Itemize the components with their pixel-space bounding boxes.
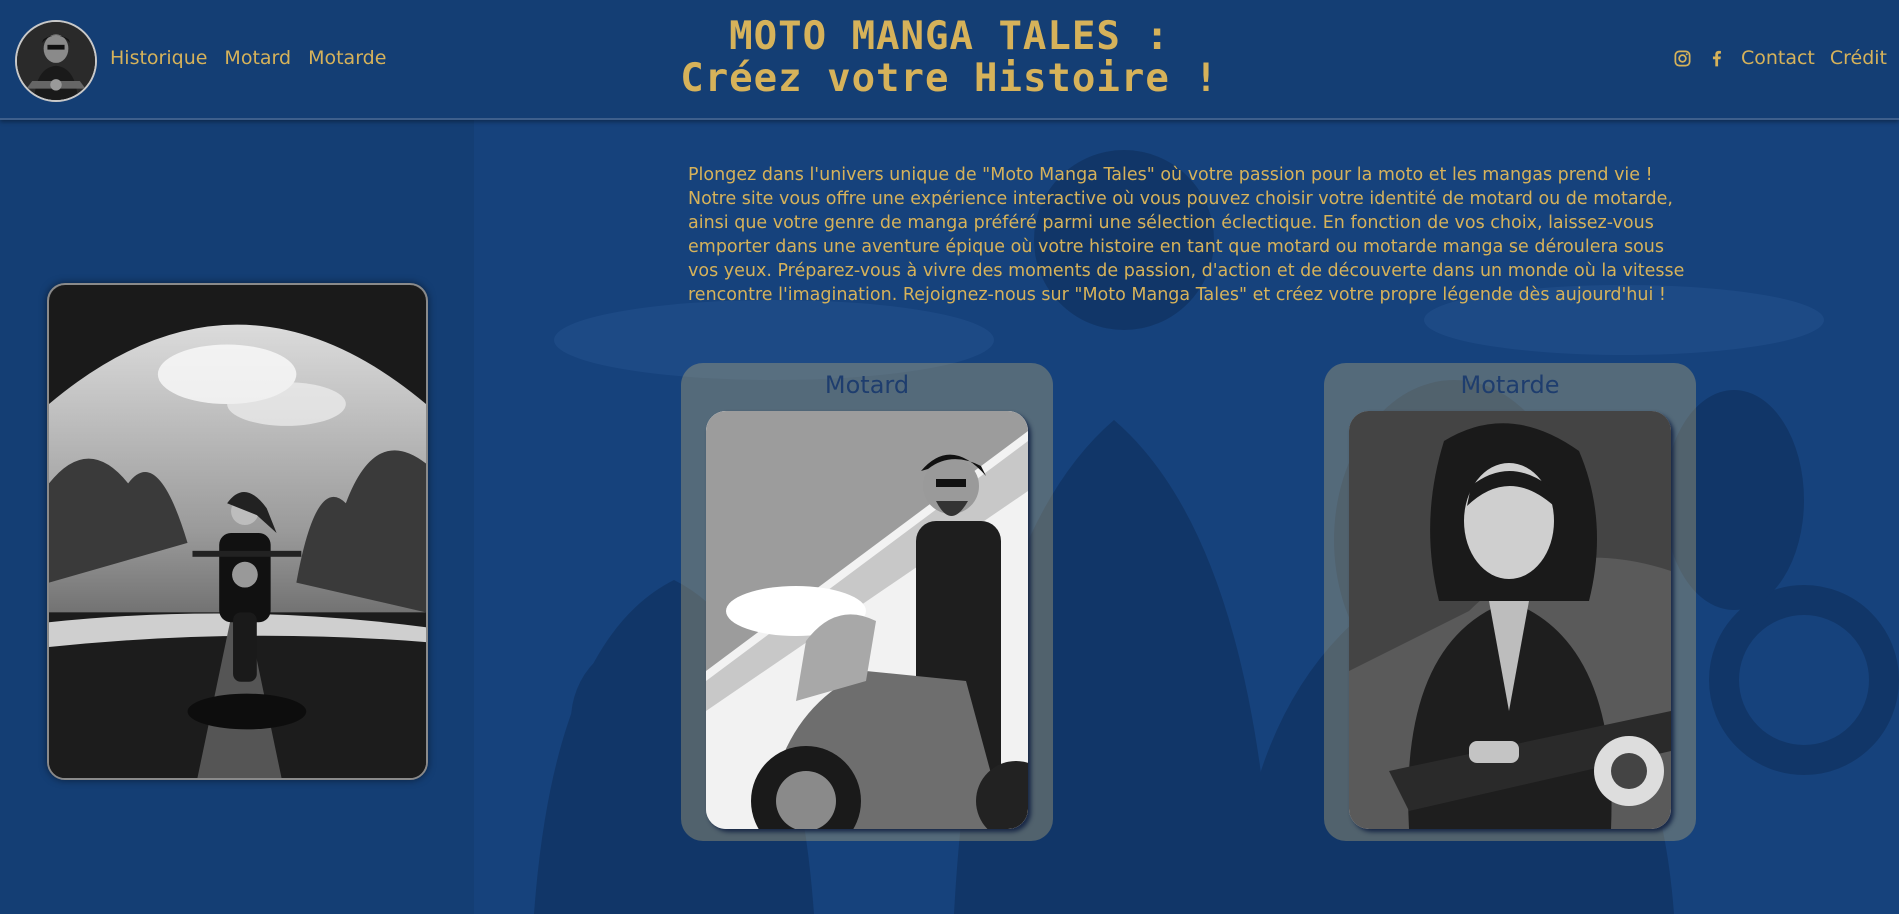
motard-card-label: Motard bbox=[824, 371, 910, 399]
nav-contact[interactable]: Contact bbox=[1741, 47, 1815, 69]
motard-illustration[interactable] bbox=[706, 411, 1028, 829]
motarde-card-label: Motarde bbox=[1460, 371, 1560, 399]
hero-illustration bbox=[47, 283, 428, 780]
facebook-icon[interactable] bbox=[1707, 49, 1726, 68]
instagram-icon[interactable] bbox=[1673, 49, 1692, 68]
motarde-illustration[interactable] bbox=[1349, 411, 1671, 829]
intro-paragraph: Plongez dans l'univers unique de "Moto M… bbox=[688, 165, 1685, 305]
page-title-line2: Créez votre Histoire ! bbox=[680, 56, 1219, 101]
site-header: Historique Motard Motarde MOTO MANGA TAL… bbox=[0, 0, 1899, 120]
nav-right: Contact Crédit bbox=[1673, 47, 1887, 69]
nav-credit[interactable]: Crédit bbox=[1830, 47, 1887, 69]
page-title-line1: MOTO MANGA TALES : bbox=[729, 14, 1170, 59]
motard-card[interactable]: Motard bbox=[681, 363, 1053, 841]
motarde-card[interactable]: Motarde bbox=[1324, 363, 1696, 841]
